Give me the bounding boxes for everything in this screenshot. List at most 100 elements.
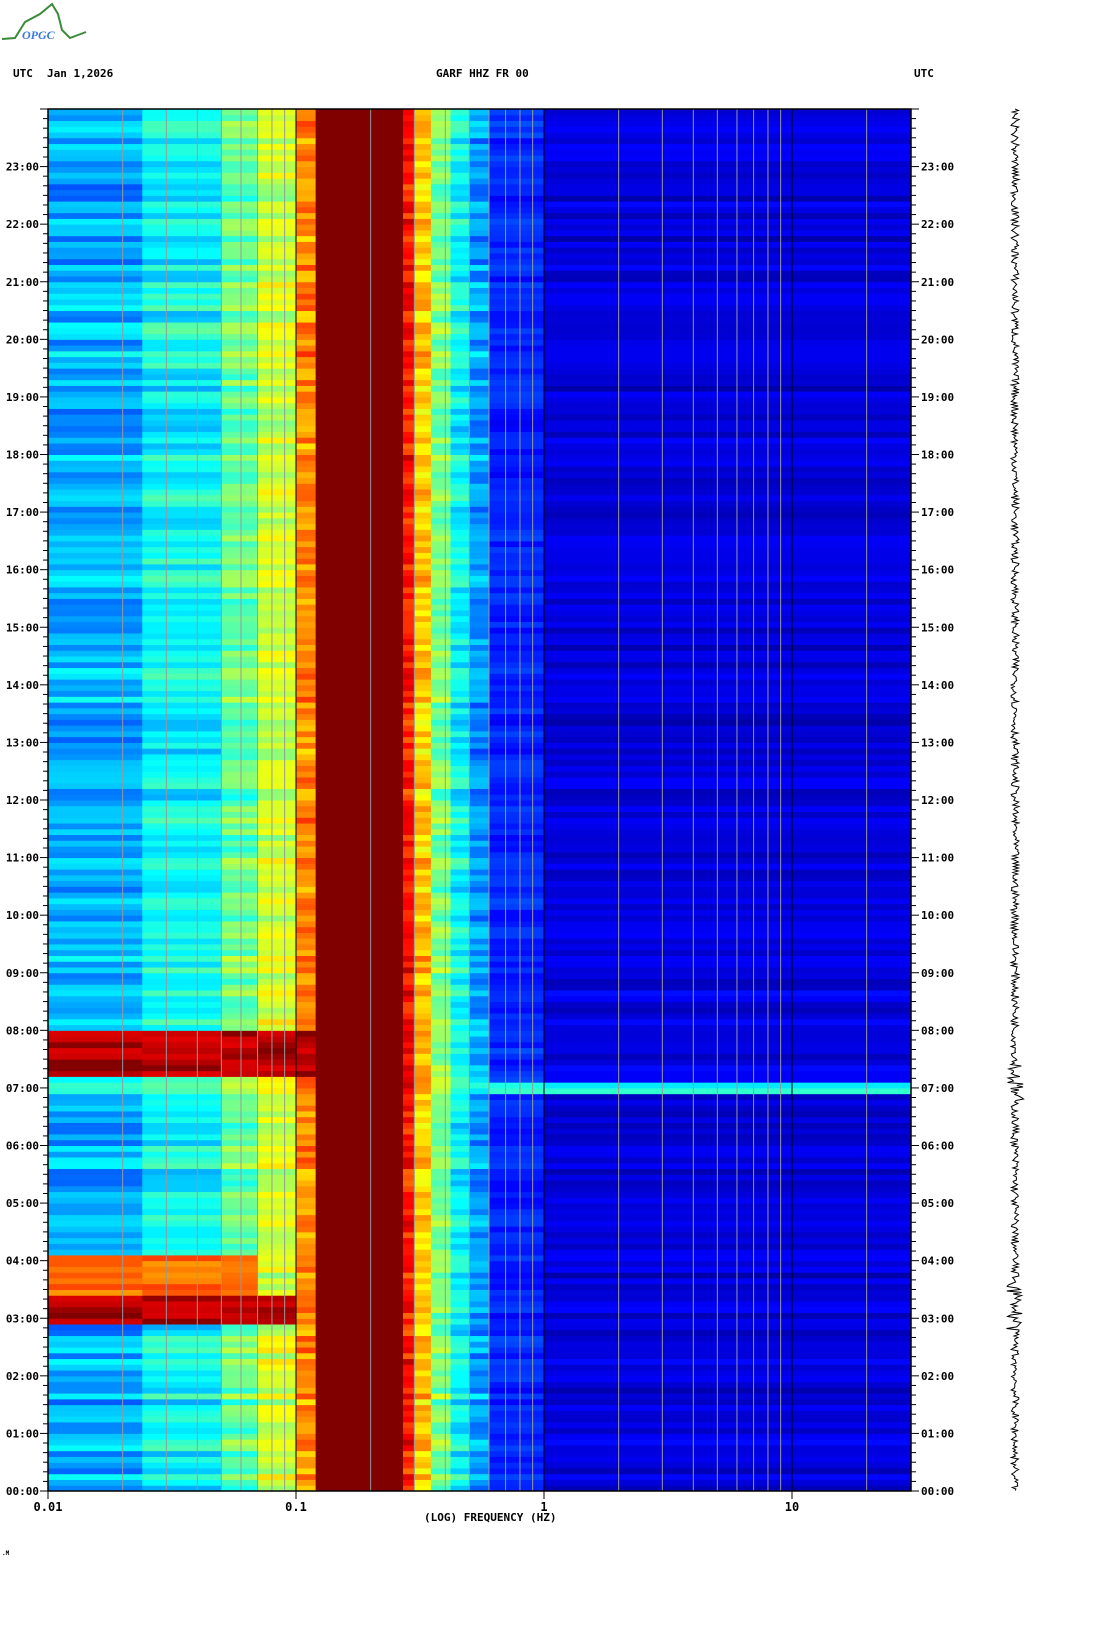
spectrogram-cell bbox=[469, 1324, 490, 1331]
spectrogram-cell bbox=[488, 143, 545, 150]
spectrogram-cell bbox=[488, 598, 545, 605]
spectrogram-cell bbox=[221, 195, 259, 202]
spectrogram-cell bbox=[315, 201, 404, 208]
spectrogram-cell bbox=[450, 1306, 470, 1313]
spectrogram-cell bbox=[296, 333, 317, 340]
spectrogram-cell bbox=[544, 759, 911, 766]
spectrogram-cell bbox=[488, 897, 545, 905]
spectrogram-cell bbox=[469, 575, 490, 582]
spectrogram-cell bbox=[469, 1001, 490, 1008]
spectrogram-cell bbox=[142, 327, 222, 335]
spectrogram-cell bbox=[430, 742, 452, 749]
spectrogram-cell bbox=[257, 609, 297, 617]
spectrogram-cell bbox=[142, 627, 222, 634]
spectrogram-cell bbox=[315, 224, 404, 231]
spectrogram-cell bbox=[48, 1220, 143, 1227]
spectrogram-cell bbox=[142, 1272, 222, 1279]
spectrogram-cell bbox=[544, 782, 911, 789]
spectrogram-cell bbox=[257, 765, 297, 772]
spectrogram-cell bbox=[142, 155, 222, 162]
spectrogram-cell bbox=[488, 1105, 545, 1112]
spectrogram-cell bbox=[469, 869, 490, 876]
spectrogram-cell bbox=[296, 535, 317, 542]
spectrogram-cell bbox=[296, 454, 317, 461]
spectrogram-cell bbox=[469, 120, 490, 127]
spectrogram-cell bbox=[48, 857, 143, 864]
spectrogram-cell bbox=[221, 736, 259, 743]
spectrogram-cell bbox=[142, 598, 222, 605]
spectrogram-cell bbox=[48, 1087, 143, 1095]
spectrogram-cell bbox=[221, 627, 259, 634]
spectrogram-cell bbox=[544, 1237, 911, 1244]
spectrogram-cell bbox=[48, 408, 143, 415]
spectrogram-cell bbox=[221, 523, 259, 530]
spectrogram-cell bbox=[402, 224, 415, 231]
spectrogram-cell bbox=[469, 955, 490, 962]
spectrogram-cell bbox=[296, 621, 317, 628]
spectrogram-cell bbox=[430, 1162, 452, 1170]
spectrogram-cell bbox=[450, 1041, 470, 1049]
spectrogram-cell bbox=[257, 886, 297, 893]
spectrogram-cell bbox=[544, 442, 911, 450]
spectrogram-cell bbox=[488, 1208, 545, 1216]
spectrogram-cell bbox=[221, 846, 259, 853]
spectrogram-cell bbox=[221, 1358, 259, 1365]
spectrogram-cell bbox=[296, 1007, 317, 1014]
spectrogram-cell bbox=[142, 414, 222, 421]
spectrogram-cell bbox=[257, 299, 297, 306]
spectrogram-cell bbox=[488, 1168, 545, 1175]
spectrogram-cell bbox=[48, 275, 143, 283]
spectrogram-cell bbox=[221, 425, 259, 432]
spectrogram-cell bbox=[414, 1473, 432, 1480]
spectrogram-cell bbox=[430, 874, 452, 882]
spectrogram-cell bbox=[414, 402, 432, 409]
spectrogram-cell bbox=[257, 466, 297, 473]
spectrogram-cell bbox=[402, 494, 415, 502]
spectrogram-cell bbox=[469, 132, 490, 139]
spectrogram-cell bbox=[296, 1087, 317, 1095]
spectrogram-cell bbox=[48, 1318, 143, 1325]
spectrogram-cell bbox=[142, 1087, 222, 1095]
spectrogram-cell bbox=[257, 252, 297, 260]
spectrogram-cell bbox=[48, 667, 143, 674]
spectrogram-cell bbox=[257, 1254, 297, 1262]
spectrogram-cell bbox=[414, 569, 432, 576]
spectrogram-cell bbox=[450, 972, 470, 980]
spectrogram-cell bbox=[414, 990, 432, 997]
spectrogram-cell bbox=[296, 1024, 317, 1031]
spectrogram-cell bbox=[430, 1231, 452, 1239]
spectrogram-cell bbox=[402, 926, 415, 933]
spectrogram-cell bbox=[221, 581, 259, 588]
spectrogram-cell bbox=[296, 972, 317, 980]
spectrogram-cell bbox=[296, 1277, 317, 1285]
spectrogram-cell bbox=[257, 615, 297, 622]
spectrogram-cell bbox=[221, 437, 259, 444]
spectrogram-cell bbox=[544, 1277, 911, 1285]
spectrogram-cell bbox=[221, 604, 259, 611]
spectrogram-cell bbox=[221, 1059, 259, 1066]
spectrogram-cell bbox=[257, 1260, 297, 1267]
spectrogram-cell bbox=[315, 189, 404, 196]
spectrogram-cell bbox=[414, 460, 432, 467]
spectrogram-cell bbox=[315, 350, 404, 358]
spectrogram-cell bbox=[430, 638, 452, 646]
spectrogram-cell bbox=[296, 339, 317, 346]
spectrogram-cell bbox=[544, 195, 911, 202]
spectrogram-cell bbox=[488, 759, 545, 766]
spectrogram-cell bbox=[48, 1272, 143, 1279]
spectrogram-cell bbox=[142, 241, 222, 248]
spectrogram-cell bbox=[296, 1122, 317, 1129]
spectrogram-cell bbox=[414, 391, 432, 398]
spectrogram-cell bbox=[296, 546, 317, 553]
spectrogram-cell bbox=[296, 517, 317, 525]
spectrogram-cell bbox=[296, 563, 317, 571]
spectrogram-cell bbox=[450, 955, 470, 962]
spectrogram-cell bbox=[315, 966, 404, 974]
spectrogram-cell bbox=[430, 149, 452, 156]
spectrogram-cell bbox=[48, 569, 143, 576]
spectrogram-cell bbox=[430, 1059, 452, 1066]
spectrogram-cell bbox=[257, 903, 297, 910]
spectrogram-cell bbox=[257, 1064, 297, 1072]
spectrogram-cell bbox=[296, 719, 317, 726]
spectrogram-cell bbox=[414, 719, 432, 726]
